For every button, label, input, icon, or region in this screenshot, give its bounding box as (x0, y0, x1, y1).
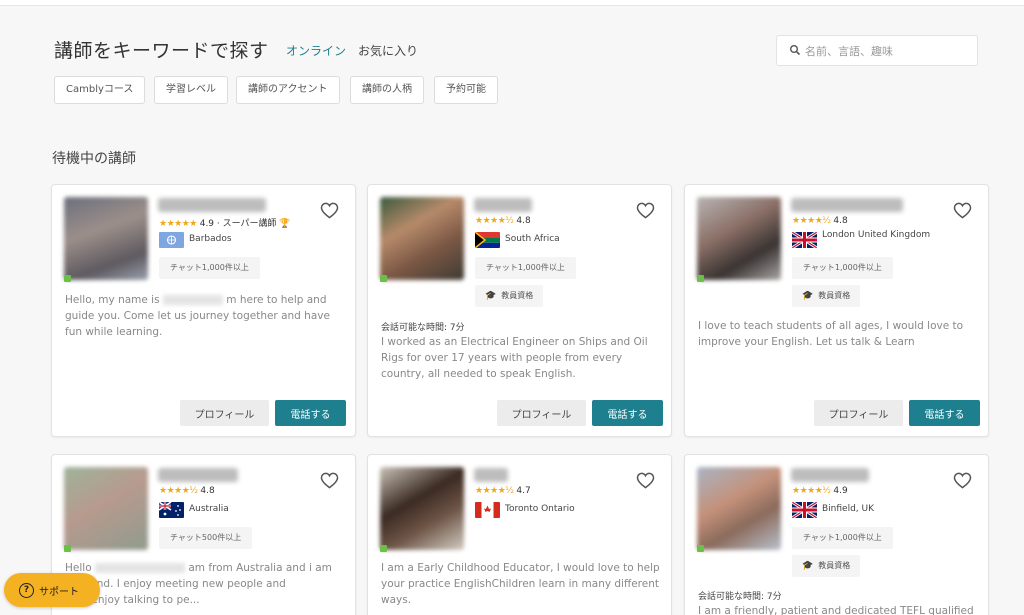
heart-icon[interactable] (320, 202, 339, 219)
tutor-card[interactable]: ★★★★½ 4.8 London United Kingdom チャット1,00… (684, 184, 989, 437)
help-icon: ? (19, 582, 34, 598)
teaching-cert-badge: 🎓 教員資格 (475, 285, 544, 307)
support-button[interactable]: ? サポート (4, 573, 100, 607)
avatar (380, 197, 464, 280)
country: Australia (189, 504, 229, 514)
star-rating-icon: ★★★★½ (792, 486, 831, 496)
graduation-cap-icon: 🎓 (802, 561, 814, 571)
rating: ★★★★½ 4.9 (792, 486, 848, 496)
avatar (380, 467, 464, 550)
page-title: 講師をキーワードで探す (54, 40, 269, 62)
profile-button[interactable]: プロフィール (814, 400, 903, 426)
rating: ★★★★½ 4.8 (792, 216, 848, 226)
flag-icon (475, 232, 500, 248)
country: Binfield, UK (822, 504, 875, 514)
online-indicator (697, 275, 704, 282)
avatar (64, 467, 148, 550)
tutor-name-blurred (791, 468, 869, 482)
tutor-description: I am a friendly, patient and dedicated T… (698, 605, 974, 615)
section-title: 待機中の講師 (52, 151, 136, 167)
call-button[interactable]: 電話する (592, 400, 663, 426)
tutor-description: I am a Early Childhood Educator, I would… (381, 562, 660, 606)
call-button[interactable]: 電話する (909, 400, 980, 426)
star-rating-icon: ★★★★½ (159, 486, 198, 496)
heart-icon[interactable] (320, 472, 339, 489)
flag-icon (159, 232, 184, 248)
filter-level[interactable]: 学習レベル (154, 76, 228, 104)
profile-button[interactable]: プロフィール (497, 400, 586, 426)
flag-icon (792, 502, 817, 518)
heart-icon[interactable] (636, 202, 655, 219)
search-icon (790, 45, 801, 56)
country: Barbados (189, 234, 232, 244)
graduation-cap-icon: 🎓 (485, 291, 497, 301)
chat-count-badge: チャット500件以上 (159, 527, 253, 549)
search-input[interactable] (805, 42, 970, 60)
heart-icon[interactable] (953, 472, 972, 489)
tutor-name-blurred (158, 468, 238, 482)
rating: ★★★★½ 4.8 (159, 486, 215, 496)
rating: ★★★★★ 4.9 · スーパー講師 🏆 (159, 219, 291, 229)
avatar (64, 197, 148, 280)
redacted-name (162, 295, 223, 305)
rating: ★★★★½ 4.7 (475, 486, 531, 496)
filter-available[interactable]: 予約可能 (434, 76, 498, 104)
chat-count-badge: チャット1,000件以上 (792, 257, 893, 279)
rating: ★★★★½ 4.8 (475, 216, 531, 226)
country: South Africa (505, 234, 560, 244)
search-box[interactable] (776, 35, 978, 66)
avatar (697, 467, 781, 550)
country: London United Kingdom (822, 230, 931, 240)
redacted-name (94, 563, 185, 573)
tutor-description: I love to teach students of all ages, I … (698, 320, 964, 348)
chat-count-badge: チャット1,000件以上 (475, 257, 576, 279)
star-rating-icon: ★★★★½ (475, 216, 514, 226)
top-bar (0, 0, 1024, 6)
online-indicator (697, 545, 704, 552)
tab-online[interactable]: オンライン (286, 42, 346, 59)
tutor-description: Hello am from Australia and i am Thailan… (65, 562, 332, 606)
tab-favorites[interactable]: お気に入り (358, 42, 418, 59)
tutor-name-blurred (474, 198, 532, 212)
heart-icon[interactable] (636, 472, 655, 489)
tutor-description: Hello, my name is m here to help and gui… (65, 294, 330, 338)
tutor-card[interactable]: ★★★★½ 4.8 South Africa チャット1,000件以上 🎓 教員資… (367, 184, 672, 437)
avatar (697, 197, 781, 280)
star-rating-icon: ★★★★½ (792, 216, 831, 226)
flag-icon (159, 502, 184, 518)
trophy-icon: 🏆 (279, 219, 291, 229)
teaching-cert-badge: 🎓 教員資格 (792, 285, 861, 307)
tutor-name-blurred (158, 198, 266, 212)
available-time: 会話可能な時間: 7分 (381, 323, 465, 333)
call-button[interactable]: 電話する (275, 400, 346, 426)
tutor-card[interactable]: ★★★★½ 4.7 Toronto Ontario I am a Early C… (367, 454, 672, 615)
online-indicator (64, 275, 71, 282)
filter-accent[interactable]: 講師のアクセント (236, 76, 340, 104)
star-rating-icon: ★★★★★ (159, 219, 197, 229)
flag-icon (475, 502, 500, 518)
tutor-name-blurred (791, 198, 903, 212)
teaching-cert-badge: 🎓 教員資格 (792, 555, 861, 577)
flag-icon (792, 232, 817, 248)
profile-button[interactable]: プロフィール (180, 400, 269, 426)
online-indicator (380, 275, 387, 282)
available-time: 会話可能な時間: 7分 (698, 592, 782, 602)
country: Toronto Ontario (505, 504, 575, 514)
tutor-description: I worked as an Electrical Engineer on Sh… (381, 336, 648, 380)
filter-cambly-course[interactable]: Camblyコース (54, 76, 146, 104)
online-indicator (64, 545, 71, 552)
filter-personality[interactable]: 講師の人柄 (350, 76, 424, 104)
star-rating-icon: ★★★★½ (475, 486, 514, 496)
tutor-name-blurred (474, 468, 508, 482)
chat-count-badge: チャット1,000件以上 (159, 257, 260, 279)
online-indicator (380, 545, 387, 552)
chat-count-badge: チャット1,000件以上 (792, 527, 893, 549)
graduation-cap-icon: 🎓 (802, 291, 814, 301)
heart-icon[interactable] (953, 202, 972, 219)
tutor-card[interactable]: ★★★★½ 4.9 Binfield, UK チャット1,000件以上 🎓 教員資… (684, 454, 989, 615)
tutor-card[interactable]: ★★★★★ 4.9 · スーパー講師 🏆 Barbados チャット1,000件… (51, 184, 356, 437)
